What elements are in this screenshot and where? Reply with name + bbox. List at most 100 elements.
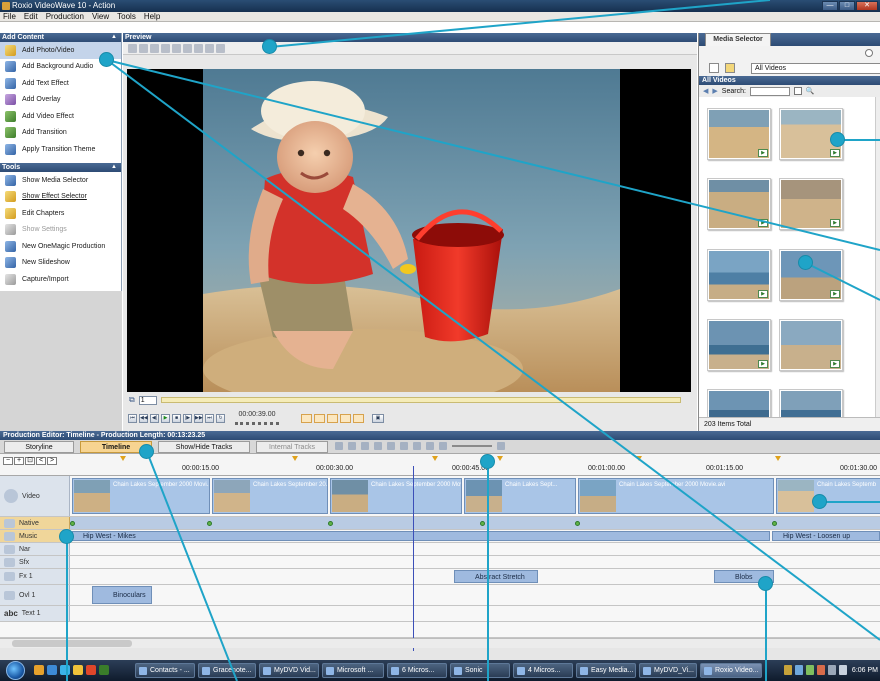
safe-area-icon[interactable] xyxy=(194,43,203,53)
redo-icon[interactable] xyxy=(361,442,369,450)
collapse-icon[interactable]: ▲ xyxy=(111,33,117,42)
native-track-header[interactable]: Native xyxy=(0,517,70,529)
back-icon[interactable]: ◀ xyxy=(703,87,708,95)
video-clip[interactable]: Chain Lakes September 2000 Movie.avi xyxy=(330,478,462,514)
scroll-left-button[interactable]: < xyxy=(36,457,46,465)
capture-import-item[interactable]: Capture/Import xyxy=(0,271,121,288)
taskbar-item[interactable]: MyDVD Vid... xyxy=(259,663,319,678)
grid-icon[interactable] xyxy=(183,43,192,53)
delete-clip-icon[interactable] xyxy=(335,442,343,450)
split-clip-icon[interactable] xyxy=(374,442,382,450)
volume-node[interactable] xyxy=(575,521,580,526)
list-view-icon[interactable] xyxy=(709,63,719,73)
quicklaunch-icon[interactable] xyxy=(47,665,57,675)
show-effect-selector-item[interactable]: Show Effect Selector xyxy=(0,189,121,206)
fx-track-header[interactable]: Fx 1 xyxy=(0,569,70,584)
zoom-slider[interactable] xyxy=(452,445,492,447)
video-preview[interactable] xyxy=(127,69,691,392)
fullscreen-button[interactable]: ▣ xyxy=(372,413,384,423)
chapter-marker-icon[interactable] xyxy=(413,442,421,450)
narration-lane[interactable] xyxy=(70,543,880,555)
volume-node[interactable] xyxy=(772,521,777,526)
fit-button[interactable]: ⊡ xyxy=(25,457,35,465)
scrub-bar[interactable] xyxy=(160,397,681,403)
go-to-start-button[interactable]: ⏮ xyxy=(128,413,137,423)
video-clip[interactable]: Chain Lakes September 2000 Movi... xyxy=(72,478,210,514)
loop-button[interactable]: ↻ xyxy=(216,413,225,423)
print-icon[interactable] xyxy=(216,43,225,53)
sfx-lane[interactable] xyxy=(70,556,880,568)
video-clip[interactable]: Chain Lakes September 20... xyxy=(212,478,328,514)
chapter-marker[interactable] xyxy=(636,456,642,461)
volume-tray-icon[interactable] xyxy=(839,665,847,675)
stop-button[interactable]: ■ xyxy=(172,413,181,423)
taskbar-item[interactable]: Sonic xyxy=(450,663,510,678)
tools-header[interactable]: Tools ▲ xyxy=(0,163,121,172)
tab-storyline[interactable]: Storyline xyxy=(4,441,74,453)
menu-file[interactable]: File xyxy=(3,12,16,21)
add-transition-item[interactable]: Add Transition xyxy=(0,125,121,142)
zoom-in-icon[interactable] xyxy=(497,442,505,450)
ie-icon[interactable] xyxy=(60,665,70,675)
zoom-out-button[interactable]: − xyxy=(3,457,13,465)
menu-view[interactable]: View xyxy=(92,12,109,21)
audio-level-button[interactable] xyxy=(353,413,364,423)
menu-production[interactable]: Production xyxy=(46,12,84,21)
media-selector-tab[interactable]: Media Selector xyxy=(705,33,771,46)
video-clip[interactable]: Chain Lakes September 2000 Movie.avi xyxy=(578,478,774,514)
start-button[interactable] xyxy=(6,661,25,680)
close-button[interactable]: ✕ xyxy=(856,1,878,11)
taskbar-item[interactable]: Contacts - ... xyxy=(135,663,195,678)
trim-button[interactable] xyxy=(340,413,351,423)
native-audio-lane[interactable] xyxy=(70,517,880,529)
search-go-icon[interactable] xyxy=(793,87,802,95)
split-button[interactable] xyxy=(327,413,338,423)
menu-edit[interactable]: Edit xyxy=(24,12,38,21)
volume-node[interactable] xyxy=(480,521,485,526)
new-onemagic-production-item[interactable]: New OneMagic Production xyxy=(0,238,121,255)
add-content-header[interactable]: Add Content ▲ xyxy=(0,33,121,42)
video-clip[interactable]: Chain Lakes Septemb xyxy=(776,478,880,514)
text-track-header[interactable]: abc Text 1 xyxy=(0,606,70,621)
playhead[interactable] xyxy=(413,466,414,651)
chapter-marker[interactable] xyxy=(432,456,438,461)
crop-icon[interactable] xyxy=(128,43,137,53)
folder-icon[interactable] xyxy=(73,665,83,675)
network-icon[interactable] xyxy=(828,665,836,675)
music-lane[interactable]: Hip West - Mikes Hip West - Loosen up xyxy=(70,530,880,542)
tray-icon[interactable] xyxy=(795,665,803,675)
music-clip[interactable]: Hip West - Mikes xyxy=(72,531,770,541)
volume-icon[interactable] xyxy=(426,442,434,450)
text-lane[interactable] xyxy=(70,606,880,621)
media-thumbnail[interactable]: ▶ xyxy=(779,319,843,371)
taskbar-item-active[interactable]: Roxio Video... xyxy=(700,663,762,678)
timeline-ruler[interactable]: − + ⊡ < > 00:00:15.00 00:00:30.00 00:00:45.0… xyxy=(0,454,880,476)
zoom-in-button[interactable]: + xyxy=(14,457,24,465)
play-button[interactable]: ▶ xyxy=(161,413,170,423)
folder-icon[interactable] xyxy=(725,63,735,73)
collapse-icon[interactable]: ▲ xyxy=(111,163,117,172)
scrollbar-thumb[interactable] xyxy=(12,640,132,647)
taskbar-item[interactable]: MyDVD_Vi... xyxy=(639,663,697,678)
quicklaunch-icon[interactable] xyxy=(99,665,109,675)
chapter-marker[interactable] xyxy=(292,456,298,461)
text-tool-icon[interactable] xyxy=(150,43,159,53)
media-player-icon[interactable] xyxy=(86,665,96,675)
taskbar-item[interactable]: Easy Media... xyxy=(576,663,636,678)
search-icon[interactable]: 🔍 xyxy=(806,87,815,95)
add-video-effect-item[interactable]: Add Video Effect xyxy=(0,108,121,125)
chapter-marker[interactable] xyxy=(775,456,781,461)
taskbar-item[interactable]: Microsoft ... xyxy=(322,663,384,678)
taskbar-item[interactable]: 6 Micros... xyxy=(387,663,447,678)
add-overlay-item[interactable]: Add Overlay xyxy=(0,92,121,109)
media-thumbnail[interactable]: ▶ xyxy=(707,178,771,230)
media-thumbnail[interactable]: ▶ xyxy=(707,249,771,301)
sfx-track-header[interactable]: Sfx xyxy=(0,556,70,568)
overlay-clip[interactable]: Binoculars xyxy=(92,586,152,604)
media-scrollbar[interactable] xyxy=(875,97,880,417)
clock[interactable]: 6:06 PM xyxy=(848,660,878,681)
mark-in-button[interactable] xyxy=(301,413,312,423)
show-settings-item[interactable]: Show Settings xyxy=(0,222,121,239)
video-track-header[interactable]: Video xyxy=(0,476,70,516)
scroll-right-button[interactable]: > xyxy=(47,457,57,465)
